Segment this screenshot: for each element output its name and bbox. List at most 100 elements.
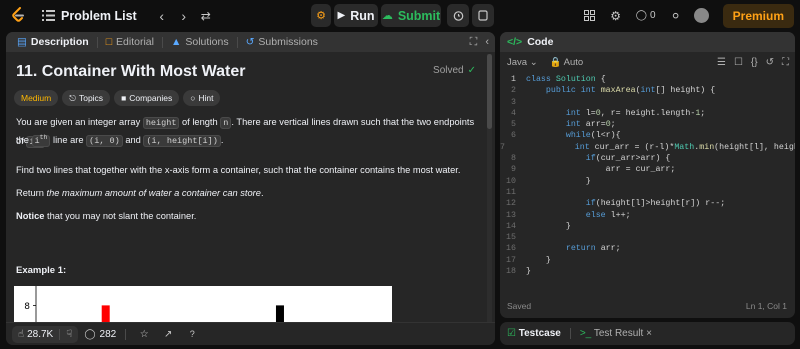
check-circle-icon: ✓	[467, 65, 476, 76]
description-tabs: ▤ Description □ Editorial ▲ Solutions ↺ …	[6, 32, 495, 52]
tab-divider	[161, 36, 163, 48]
thumbs-down-icon[interactable]: ☟	[66, 329, 72, 340]
flask-icon: ▲	[170, 36, 182, 48]
code-line[interactable]: 14 }	[500, 222, 795, 233]
code-line[interactable]: 9 arr = cur_arr;	[500, 165, 795, 176]
problem-paragraph-1b: the ith line are (i, 0) and (i, height[i…	[16, 134, 224, 147]
code-editor[interactable]: 1 class Solution { 2 public int maxArea(in…	[500, 75, 795, 290]
reset-icon[interactable]: ↺	[766, 57, 774, 68]
save-status: Saved	[507, 301, 532, 311]
comments-button[interactable]: ◯ 282	[84, 329, 116, 340]
problem-list-icon[interactable]	[42, 10, 55, 21]
run-button[interactable]: ▶ Run	[334, 4, 378, 27]
share-icon[interactable]: ↗	[159, 329, 177, 340]
top-bar: Problem List ‹ › ⇄ ⚙ ▶ Run ☁ Submit ⚙ ◯ …	[0, 0, 800, 31]
container-chart-svg: 87	[24, 286, 284, 322]
layout-icon[interactable]	[577, 3, 603, 29]
like-button[interactable]: ☝ 28.7K ☟	[12, 325, 79, 343]
menu-icon[interactable]: ☰	[717, 57, 726, 68]
scroll-thumb[interactable]	[487, 54, 492, 129]
topics-tag[interactable]: ⎋ Topics	[62, 90, 111, 106]
code-text: else l++;	[585, 210, 631, 220]
collapse-icon[interactable]: ‹	[485, 36, 489, 48]
solved-status: Solved ✓	[433, 65, 476, 76]
code-line[interactable]: 3	[500, 98, 795, 109]
bookmark-icon[interactable]: ☐	[734, 57, 743, 68]
code-line[interactable]: 11	[500, 188, 795, 199]
problem-list-link[interactable]: Problem List	[61, 9, 137, 23]
tab-editorial[interactable]: □ Editorial	[101, 36, 159, 48]
braces-icon[interactable]: {}	[751, 57, 758, 68]
tab-description[interactable]: ▤ Description	[12, 36, 94, 48]
code-text: class Solution {	[526, 75, 606, 84]
code-line[interactable]: 5 int arr=0;	[500, 120, 795, 131]
timer-button[interactable]	[447, 4, 469, 27]
language-select[interactable]: Java ⌄	[507, 57, 538, 68]
prev-problem-icon[interactable]: ‹	[151, 8, 173, 24]
leetcode-logo-icon[interactable]	[8, 6, 28, 26]
book-icon: □	[105, 36, 113, 48]
description-scrollbar[interactable]	[487, 54, 492, 324]
description-panel: ▤ Description □ Editorial ▲ Solutions ↺ …	[6, 32, 495, 345]
line-number: 16	[506, 244, 516, 254]
code-line[interactable]: 8 if(cur_arr>arr) {	[500, 154, 795, 165]
code-line[interactable]: 1 class Solution {	[500, 75, 795, 86]
code-line[interactable]: 18}	[500, 267, 795, 278]
shuffle-icon[interactable]: ⇄	[195, 9, 217, 23]
submit-button[interactable]: ☁ Submit	[381, 4, 441, 27]
y-tick-label: 8	[24, 302, 30, 312]
hint-tag[interactable]: ○ Hint	[183, 90, 221, 106]
auto-mode[interactable]: 🔒 Auto	[550, 57, 584, 68]
testcase-panel: ☑ Testcase >_ Test Result ×	[500, 322, 795, 345]
example-title: Example 1:	[16, 265, 67, 276]
tag-icon: ⎋	[69, 92, 76, 103]
star-icon[interactable]: ☆	[135, 329, 153, 340]
notes-button[interactable]	[472, 4, 494, 27]
code-line[interactable]: 15	[500, 233, 795, 244]
history-icon: ↺	[245, 36, 255, 48]
globe-icon[interactable]: ⚪	[663, 3, 689, 29]
streak-counter[interactable]: ◯ 0	[629, 3, 663, 29]
code-line[interactable]: 13 else l++;	[500, 211, 795, 222]
line-number: 13	[506, 210, 516, 220]
fullscreen-icon[interactable]: ⛶	[782, 57, 789, 68]
code-text: int cur_arr = (r-l)*Math.min(height[l], …	[574, 142, 795, 152]
code-line[interactable]: 12 if(height[l]>height[r]) r--;	[500, 199, 795, 210]
avatar[interactable]	[689, 3, 715, 29]
next-problem-icon[interactable]: ›	[173, 8, 195, 24]
difficulty-badge[interactable]: Medium	[14, 90, 59, 106]
note-icon	[478, 10, 488, 21]
code-line[interactable]: 17 }	[500, 256, 795, 267]
code-line[interactable]: 7 int cur_arr = (r-l)*Math.min(height[l]…	[500, 143, 795, 154]
debug-button[interactable]: ⚙	[311, 4, 331, 27]
line-number: 8	[511, 154, 516, 164]
tab-submissions[interactable]: ↺ Submissions	[241, 36, 323, 48]
code-line[interactable]: 10 }	[500, 177, 795, 188]
tab-divider	[569, 328, 571, 339]
thumbs-up-icon: ☝	[18, 328, 25, 340]
code-text: int l=0, r= height.length-1;	[565, 108, 706, 118]
companies-tag[interactable]: ■ Companies	[114, 90, 180, 106]
code-line[interactable]: 16 return arr;	[500, 244, 795, 255]
expand-icon[interactable]: ⛶	[470, 36, 478, 49]
document-icon: ▤	[17, 36, 27, 48]
code-line[interactable]: 2 public int maxArea(int[] height) {	[500, 86, 795, 97]
line-number: 10	[506, 176, 516, 186]
line-number: 6	[511, 131, 516, 141]
line-number: 4	[511, 108, 516, 118]
code-line[interactable]: 4 int l=0, r= height.length-1;	[500, 109, 795, 120]
close-icon[interactable]: ×	[646, 328, 652, 339]
premium-button[interactable]: Premium	[722, 3, 794, 28]
tab-test-result[interactable]: >_ Test Result ×	[580, 328, 652, 339]
tab-testcase[interactable]: ☑ Testcase	[507, 328, 561, 339]
tab-solutions[interactable]: ▲ Solutions	[166, 36, 234, 48]
code-line[interactable]: 6 while(l<r){	[500, 131, 795, 142]
help-icon[interactable]: ?	[183, 329, 201, 339]
line-number: 2	[511, 86, 516, 96]
line-number: 14	[506, 221, 516, 231]
comment-icon: ◯	[84, 328, 96, 340]
settings-icon[interactable]: ⚙	[603, 3, 629, 29]
tab-divider	[96, 36, 98, 48]
code-text: }	[526, 176, 591, 186]
line-number: 1	[511, 75, 516, 84]
